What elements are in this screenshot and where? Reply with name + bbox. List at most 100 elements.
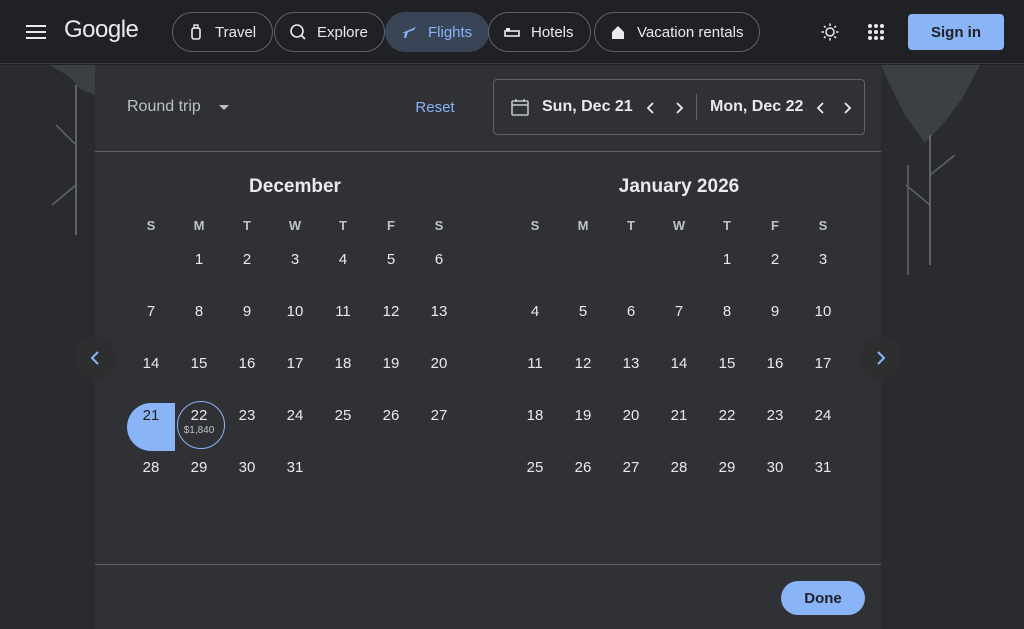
calendar-day[interactable]: 18 [319, 351, 367, 403]
calendar-day[interactable]: 30 [751, 455, 799, 507]
day-number: 17 [286, 355, 304, 372]
calendar-day[interactable]: 30 [223, 455, 271, 507]
calendar-day[interactable]: 29 [175, 455, 223, 507]
tab-vacation-rentals[interactable]: Vacation rentals [594, 12, 761, 52]
calendar-day[interactable]: 4 [511, 299, 559, 351]
calendar-day[interactable]: 22 [703, 403, 751, 455]
day-number: 30 [766, 459, 784, 476]
calendar-day[interactable]: 28 [127, 455, 175, 507]
day-number: 19 [574, 407, 592, 424]
calendar-day[interactable]: 17 [799, 351, 847, 403]
return-date[interactable]: Mon, Dec 22 [710, 98, 803, 116]
calendar-day[interactable]: 20 [415, 351, 463, 403]
date-picker-dialog: Round trip Reset Sun, Dec 21 Mon, Dec 22… [95, 65, 881, 629]
calendar-day[interactable]: 13 [415, 299, 463, 351]
apps-grid-icon [868, 24, 884, 40]
tab-flights[interactable]: Flights [385, 12, 490, 52]
calendar-day[interactable]: 12 [559, 351, 607, 403]
calendar-day[interactable]: 31 [271, 455, 319, 507]
departure-prev-button[interactable] [636, 94, 664, 122]
calendar-day[interactable]: 8 [703, 299, 751, 351]
calendar-day[interactable]: 27 [415, 403, 463, 455]
calendar-day[interactable]: 9 [751, 299, 799, 351]
return-prev-button[interactable] [806, 94, 834, 122]
day-number: 4 [338, 251, 348, 268]
calendar-day[interactable]: 1 [175, 247, 223, 299]
calendar-day[interactable]: 23 [751, 403, 799, 455]
calendar-day[interactable]: 25 [511, 455, 559, 507]
calendar-day[interactable]: 29 [703, 455, 751, 507]
calendar-day[interactable]: 25 [319, 403, 367, 455]
calendar-day[interactable]: 27 [607, 455, 655, 507]
calendar-day[interactable]: 14 [655, 351, 703, 403]
trip-type-select[interactable]: Round trip [109, 83, 249, 131]
calendar-day[interactable]: 7 [655, 299, 703, 351]
chevron-left-icon [816, 102, 824, 114]
weekday-header: S [146, 218, 156, 233]
calendar-day[interactable]: 11 [511, 351, 559, 403]
calendar-day[interactable]: 2 [223, 247, 271, 299]
day-number: 13 [622, 355, 640, 372]
calendar-day[interactable]: 17 [271, 351, 319, 403]
calendar-day[interactable]: 16 [223, 351, 271, 403]
calendar-day[interactable]: 10 [271, 299, 319, 351]
calendar-day[interactable]: 20 [607, 403, 655, 455]
calendar-day[interactable]: 1 [703, 247, 751, 299]
departure-next-button[interactable] [666, 94, 694, 122]
calendar-day[interactable]: 9 [223, 299, 271, 351]
weekday-header: W [672, 218, 686, 233]
next-month-button[interactable] [860, 337, 902, 379]
calendar-day[interactable]: 14 [127, 351, 175, 403]
calendar-day[interactable]: 28 [655, 455, 703, 507]
sign-in-button[interactable]: Sign in [908, 14, 1004, 50]
calendar-day[interactable]: 24 [271, 403, 319, 455]
main-menu-button[interactable] [14, 12, 58, 52]
calendar-day[interactable]: 5 [559, 299, 607, 351]
calendar-day[interactable]: 21 [127, 403, 175, 455]
calendar-day[interactable]: 6 [607, 299, 655, 351]
calendar-day[interactable]: 10 [799, 299, 847, 351]
calendar-day[interactable]: 7 [127, 299, 175, 351]
day-number: 15 [190, 355, 208, 372]
calendar-day[interactable]: 18 [511, 403, 559, 455]
calendar-day[interactable]: 15 [175, 351, 223, 403]
theme-toggle-button[interactable] [810, 12, 850, 52]
calendar-day[interactable]: 8 [175, 299, 223, 351]
departure-date[interactable]: Sun, Dec 21 [542, 98, 633, 116]
return-next-button[interactable] [834, 94, 862, 122]
calendar-day[interactable]: 3 [271, 247, 319, 299]
calendar-day[interactable]: 26 [559, 455, 607, 507]
calendar-day[interactable]: 22 $1,840 [175, 401, 225, 455]
calendar-day[interactable]: 12 [367, 299, 415, 351]
calendar-day[interactable]: 11 [319, 299, 367, 351]
day-number: 26 [382, 407, 400, 424]
previous-month-button[interactable] [74, 337, 116, 379]
tab-travel[interactable]: Travel [172, 12, 274, 52]
calendar-day[interactable]: 2 [751, 247, 799, 299]
calendar-day[interactable]: 16 [751, 351, 799, 403]
tab-hotels[interactable]: Hotels [488, 12, 591, 52]
google-logo[interactable]: Google [64, 16, 139, 44]
reset-button[interactable]: Reset [393, 91, 477, 123]
calendar-day[interactable]: 4 [319, 247, 367, 299]
calendar-day[interactable]: 23 [223, 403, 271, 455]
weekday-header: M [577, 218, 589, 233]
done-button[interactable]: Done [781, 581, 865, 615]
calendar-day[interactable]: 3 [799, 247, 847, 299]
calendar-day[interactable]: 31 [799, 455, 847, 507]
calendar-day[interactable]: 26 [367, 403, 415, 455]
calendar-day[interactable]: 13 [607, 351, 655, 403]
calendar-day[interactable]: 5 [367, 247, 415, 299]
day-number: 15 [718, 355, 736, 372]
apps-button[interactable] [856, 12, 896, 52]
tab-explore[interactable]: Explore [274, 12, 385, 52]
month-title-december: December [249, 176, 341, 197]
day-number: 28 [670, 459, 688, 476]
calendar-day[interactable]: 6 [415, 247, 463, 299]
calendar-day[interactable]: 24 [799, 403, 847, 455]
calendar-day[interactable]: 19 [367, 351, 415, 403]
calendar-day[interactable]: 19 [559, 403, 607, 455]
calendar-day[interactable]: 15 [703, 351, 751, 403]
day-number: 24 [286, 407, 304, 424]
calendar-day[interactable]: 21 [655, 403, 703, 455]
